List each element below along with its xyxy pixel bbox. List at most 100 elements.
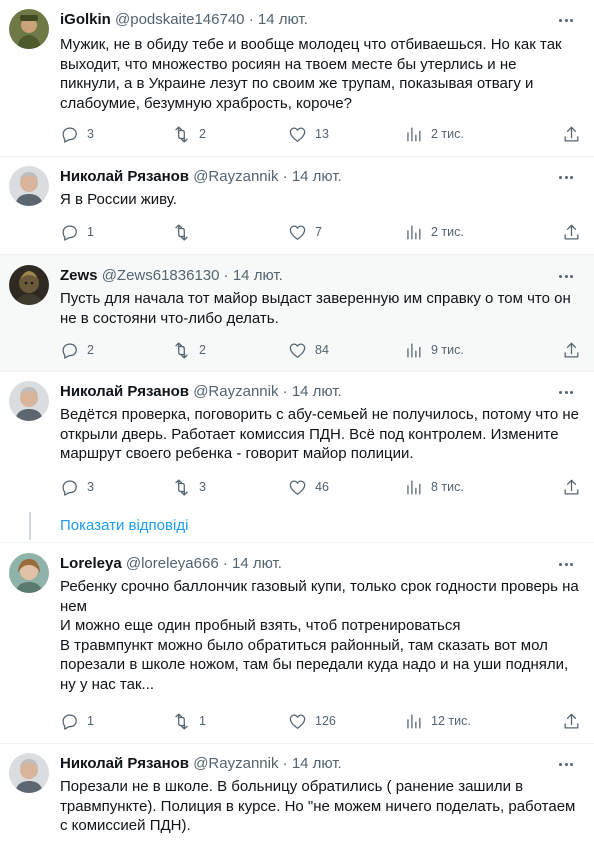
share-button[interactable] — [562, 220, 581, 244]
display-name[interactable]: Николай Рязанов — [60, 168, 189, 185]
tweet-header: Николай Рязанов @Rayzannik · 14 лют. — [60, 383, 342, 401]
bar-chart-icon — [404, 125, 423, 144]
retweet-count: 3 — [199, 480, 206, 494]
share-button[interactable] — [562, 709, 581, 733]
separator-dot: · — [282, 755, 288, 772]
views-button[interactable]: 12 тис. — [404, 709, 471, 733]
user-handle[interactable]: @loreleya666 — [126, 555, 219, 572]
tweet[interactable]: Николай Рязанов @Rayzannik · 14 лют. Пор… — [0, 744, 594, 846]
tweet-text: Пусть для начала тот майор выдаст завере… — [60, 290, 571, 327]
tweet[interactable]: Loreleya @loreleya666 · 14 лют. Ребенку … — [0, 543, 594, 743]
share-icon — [562, 341, 581, 360]
like-button[interactable]: 7 — [288, 220, 322, 244]
retweet-button[interactable]: 1 — [172, 709, 206, 733]
retweet-button[interactable] — [172, 220, 199, 244]
tweet-date[interactable]: 14 лют. — [233, 267, 283, 284]
tweet-date[interactable]: 14 лют. — [258, 11, 308, 28]
bar-chart-icon — [404, 341, 423, 360]
reply-button[interactable]: 3 — [60, 475, 94, 499]
tweet-header: Zews @Zews61836130 · 14 лют. — [60, 267, 283, 285]
more-options-button[interactable] — [548, 265, 584, 287]
avatar[interactable] — [9, 166, 49, 206]
retweet-icon — [172, 125, 191, 144]
user-handle[interactable]: @Zews61836130 — [102, 267, 220, 284]
tweet-text: Ведётся проверка, поговорить с абу-семье… — [60, 406, 580, 463]
display-name[interactable]: Николай Рязанов — [60, 755, 189, 772]
retweet-icon — [172, 478, 191, 497]
user-handle[interactable]: @podskaite146740 — [115, 11, 245, 28]
share-icon — [562, 223, 581, 242]
views-button[interactable]: 9 тис. — [404, 338, 464, 362]
avatar[interactable] — [9, 381, 49, 421]
tweet[interactable]: Zews @Zews61836130 · 14 лют. Пусть для н… — [0, 255, 594, 371]
reply-count: 1 — [87, 225, 94, 239]
display-name[interactable]: Zews — [60, 267, 98, 284]
reply-icon — [60, 712, 79, 731]
display-name[interactable]: Loreleya — [60, 555, 122, 572]
reply-button[interactable]: 1 — [60, 220, 94, 244]
views-button[interactable]: 2 тис. — [404, 122, 464, 146]
display-name[interactable]: iGolkin — [60, 11, 111, 28]
share-icon — [562, 478, 581, 497]
like-button[interactable]: 13 — [288, 122, 329, 146]
bar-chart-icon — [404, 712, 423, 731]
like-button[interactable]: 126 — [288, 709, 336, 733]
share-button[interactable] — [562, 122, 581, 146]
more-options-button[interactable] — [548, 9, 584, 31]
user-handle[interactable]: @Rayzannik — [193, 755, 278, 772]
retweet-button[interactable]: 3 — [172, 475, 206, 499]
avatar[interactable] — [9, 265, 49, 305]
like-button[interactable]: 46 — [288, 475, 329, 499]
reply-button[interactable]: 1 — [60, 709, 94, 733]
tweet-text: Порезали не в школе. В больницу обратили… — [60, 778, 576, 835]
tweet-date[interactable]: 14 лют. — [232, 555, 282, 572]
retweet-button[interactable]: 2 — [172, 122, 206, 146]
user-handle[interactable]: @Rayzannik — [193, 383, 278, 400]
like-count: 46 — [315, 480, 329, 494]
bar-chart-icon — [404, 478, 423, 497]
separator-dot: · — [282, 383, 288, 400]
more-options-button[interactable] — [548, 166, 584, 188]
views-button[interactable]: 8 тис. — [404, 475, 464, 499]
separator-dot: · — [223, 267, 229, 284]
tweet-text: Я в России живу. — [60, 191, 177, 208]
more-options-button[interactable] — [548, 381, 584, 403]
tweet-date[interactable]: 14 лют. — [292, 168, 342, 185]
retweet-icon — [172, 223, 191, 242]
like-count: 7 — [315, 225, 322, 239]
show-replies-link[interactable]: Показати відповіді — [60, 516, 188, 536]
views-button[interactable]: 2 тис. — [404, 220, 464, 244]
separator-dot: · — [248, 11, 254, 28]
views-count: 9 тис. — [431, 343, 464, 357]
share-icon — [562, 125, 581, 144]
reply-button[interactable]: 2 — [60, 338, 94, 362]
display-name[interactable]: Николай Рязанов — [60, 383, 189, 400]
reply-icon — [60, 478, 79, 497]
avatar[interactable] — [9, 553, 49, 593]
tweet-actions: 1 7 2 тис. — [60, 220, 580, 244]
share-button[interactable] — [562, 338, 581, 362]
tweet-header: iGolkin @podskaite146740 · 14 лют. — [60, 11, 308, 29]
share-button[interactable] — [562, 475, 581, 499]
tweet-text: Мужик, не в обиду тебе и вообще молодец … — [60, 36, 562, 112]
more-options-button[interactable] — [548, 553, 584, 575]
tweet[interactable]: iGolkin @podskaite146740 · 14 лют. Мужик… — [0, 0, 594, 156]
avatar[interactable] — [9, 9, 49, 49]
tweet-date[interactable]: 14 лют. — [292, 383, 342, 400]
tweet-actions: 1 1 126 12 тис. — [60, 709, 580, 733]
user-handle[interactable]: @Rayzannik — [193, 168, 278, 185]
avatar[interactable] — [9, 753, 49, 793]
more-options-button[interactable] — [548, 753, 584, 775]
like-button[interactable]: 84 — [288, 338, 329, 362]
share-icon — [562, 712, 581, 731]
tweet-actions: 2 2 84 9 тис. — [60, 338, 580, 362]
tweet[interactable]: Николай Рязанов @Rayzannik · 14 лют. Я в… — [0, 157, 594, 254]
tweet-header: Николай Рязанов @Rayzannik · 14 лют. — [60, 168, 342, 186]
tweet-date[interactable]: 14 лют. — [292, 755, 342, 772]
tweet-actions: 3 2 13 2 тис. — [60, 122, 580, 146]
retweet-button[interactable]: 2 — [172, 338, 206, 362]
bar-chart-icon — [404, 223, 423, 242]
tweet-header: Loreleya @loreleya666 · 14 лют. — [60, 555, 282, 573]
reply-button[interactable]: 3 — [60, 122, 94, 146]
separator-dot: · — [282, 168, 288, 185]
